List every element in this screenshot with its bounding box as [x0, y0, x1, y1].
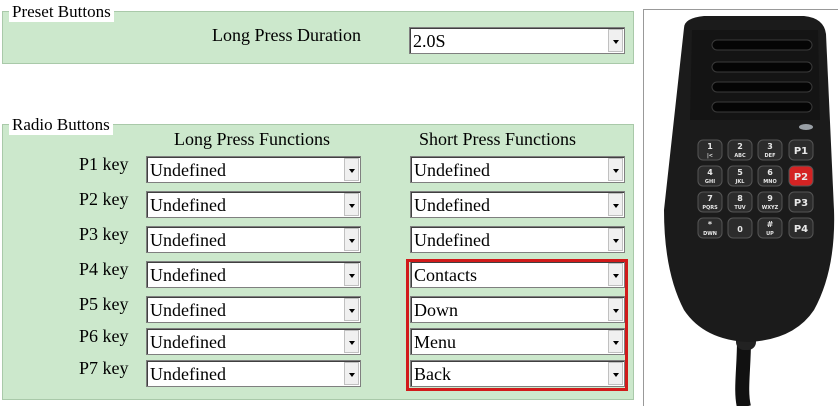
key-label: P4 key: [79, 259, 129, 279]
preset-buttons-legend: Preset Buttons: [9, 2, 114, 22]
short-press-select-2[interactable]: Undefined: [410, 191, 625, 218]
keypad-key-label: JKL: [735, 179, 746, 185]
long-press-select-3[interactable]: Undefined: [146, 226, 361, 253]
speaker-mic-image: 1 |< 2 ABC 3 DEF P1 4 GHI 5 JKL 6 MNO P2 7 PQRS 8 TUV 9 WXY…: [664, 16, 835, 406]
short-press-select-3[interactable]: Undefined: [410, 226, 625, 253]
keypad-key-label: |<: [707, 153, 713, 159]
chevron-down-icon[interactable]: [344, 330, 359, 353]
keypad-key-label: ABC: [734, 153, 746, 159]
long-press-select-5[interactable]: Undefined: [146, 296, 361, 323]
key-label: P3 key: [79, 224, 129, 244]
keypad-key-label: P2: [794, 172, 808, 183]
key-label: P7 key: [79, 358, 129, 378]
long-press-value: Undefined: [150, 332, 226, 352]
long-press-value: Undefined: [150, 160, 226, 180]
keypad-key-label: TUV: [734, 205, 745, 211]
long-press-functions-header: Long Press Functions: [174, 129, 331, 149]
long-press-select-1[interactable]: Undefined: [146, 156, 361, 183]
chevron-down-icon[interactable]: [344, 362, 359, 385]
keypad-key-label: GHI: [705, 179, 715, 185]
chevron-down-icon[interactable]: [344, 263, 359, 286]
keypad-key-label: DEF: [765, 153, 776, 159]
highlight-box: [406, 259, 628, 391]
long-press-value: Undefined: [150, 195, 226, 215]
long-press-value: Undefined: [150, 230, 226, 250]
chevron-down-icon[interactable]: [608, 193, 623, 216]
chevron-down-icon[interactable]: [608, 158, 623, 181]
long-press-value: Undefined: [150, 364, 226, 384]
led-shape: [799, 124, 813, 130]
long-press-select-4[interactable]: Undefined: [146, 261, 361, 288]
long-press-value: Undefined: [150, 265, 226, 285]
keypad-key-label: 1: [707, 142, 713, 151]
keypad-key-label: 4: [707, 168, 713, 177]
long-press-select-6[interactable]: Undefined: [146, 328, 361, 355]
short-press-value: Undefined: [414, 230, 490, 250]
key-label: P1 key: [79, 154, 129, 174]
chevron-down-icon[interactable]: [344, 298, 359, 321]
short-press-functions-header: Short Press Functions: [419, 129, 577, 149]
long-press-duration-label: Long Press Duration: [212, 25, 361, 45]
keypad-key-label: 0: [737, 225, 743, 234]
key-label: P6 key: [79, 326, 129, 346]
keypad-key-label: 6: [767, 168, 773, 177]
long-press-value: Undefined: [150, 300, 226, 320]
keypad-key-label: 8: [737, 194, 743, 203]
keypad-key-label: 9: [767, 194, 773, 203]
short-press-value: Undefined: [414, 160, 490, 180]
keypad-key-label: UP: [766, 231, 774, 237]
long-press-select-2[interactable]: Undefined: [146, 191, 361, 218]
long-press-duration-select[interactable]: 2.0S: [409, 27, 625, 54]
chevron-down-icon[interactable]: [344, 193, 359, 216]
short-press-value: Undefined: [414, 195, 490, 215]
chevron-down-icon[interactable]: [344, 158, 359, 181]
long-press-duration-value: 2.0S: [413, 31, 446, 51]
keypad-key-label: P3: [794, 198, 808, 209]
keypad-key-label: DWN: [703, 231, 717, 237]
keypad-key-label: 2: [737, 142, 743, 151]
key-label: P2 key: [79, 189, 129, 209]
keypad-key-label: 3: [767, 142, 773, 151]
keypad-key-label: MNO: [763, 179, 776, 185]
keypad-key-label: #: [767, 220, 774, 229]
chevron-down-icon[interactable]: [608, 29, 623, 52]
keypad-key-label: PQRS: [702, 205, 718, 211]
radio-buttons-legend: Radio Buttons: [9, 115, 113, 135]
keypad-key-label: 5: [737, 168, 743, 177]
keypad-key-label: 7: [707, 194, 713, 203]
microphone-photo: 1 |< 2 ABC 3 DEF P1 4 GHI 5 JKL 6 MNO P2 7 PQRS 8 TUV 9 WXY…: [643, 9, 838, 406]
key-label: P5 key: [79, 294, 129, 314]
chevron-down-icon[interactable]: [608, 228, 623, 251]
keypad-key-label: P1: [794, 146, 808, 157]
long-press-select-7[interactable]: Undefined: [146, 360, 361, 387]
keypad-key-label: WXYZ: [762, 205, 779, 211]
short-press-select-1[interactable]: Undefined: [410, 156, 625, 183]
keypad-key-label: P4: [794, 224, 808, 235]
chevron-down-icon[interactable]: [344, 228, 359, 251]
